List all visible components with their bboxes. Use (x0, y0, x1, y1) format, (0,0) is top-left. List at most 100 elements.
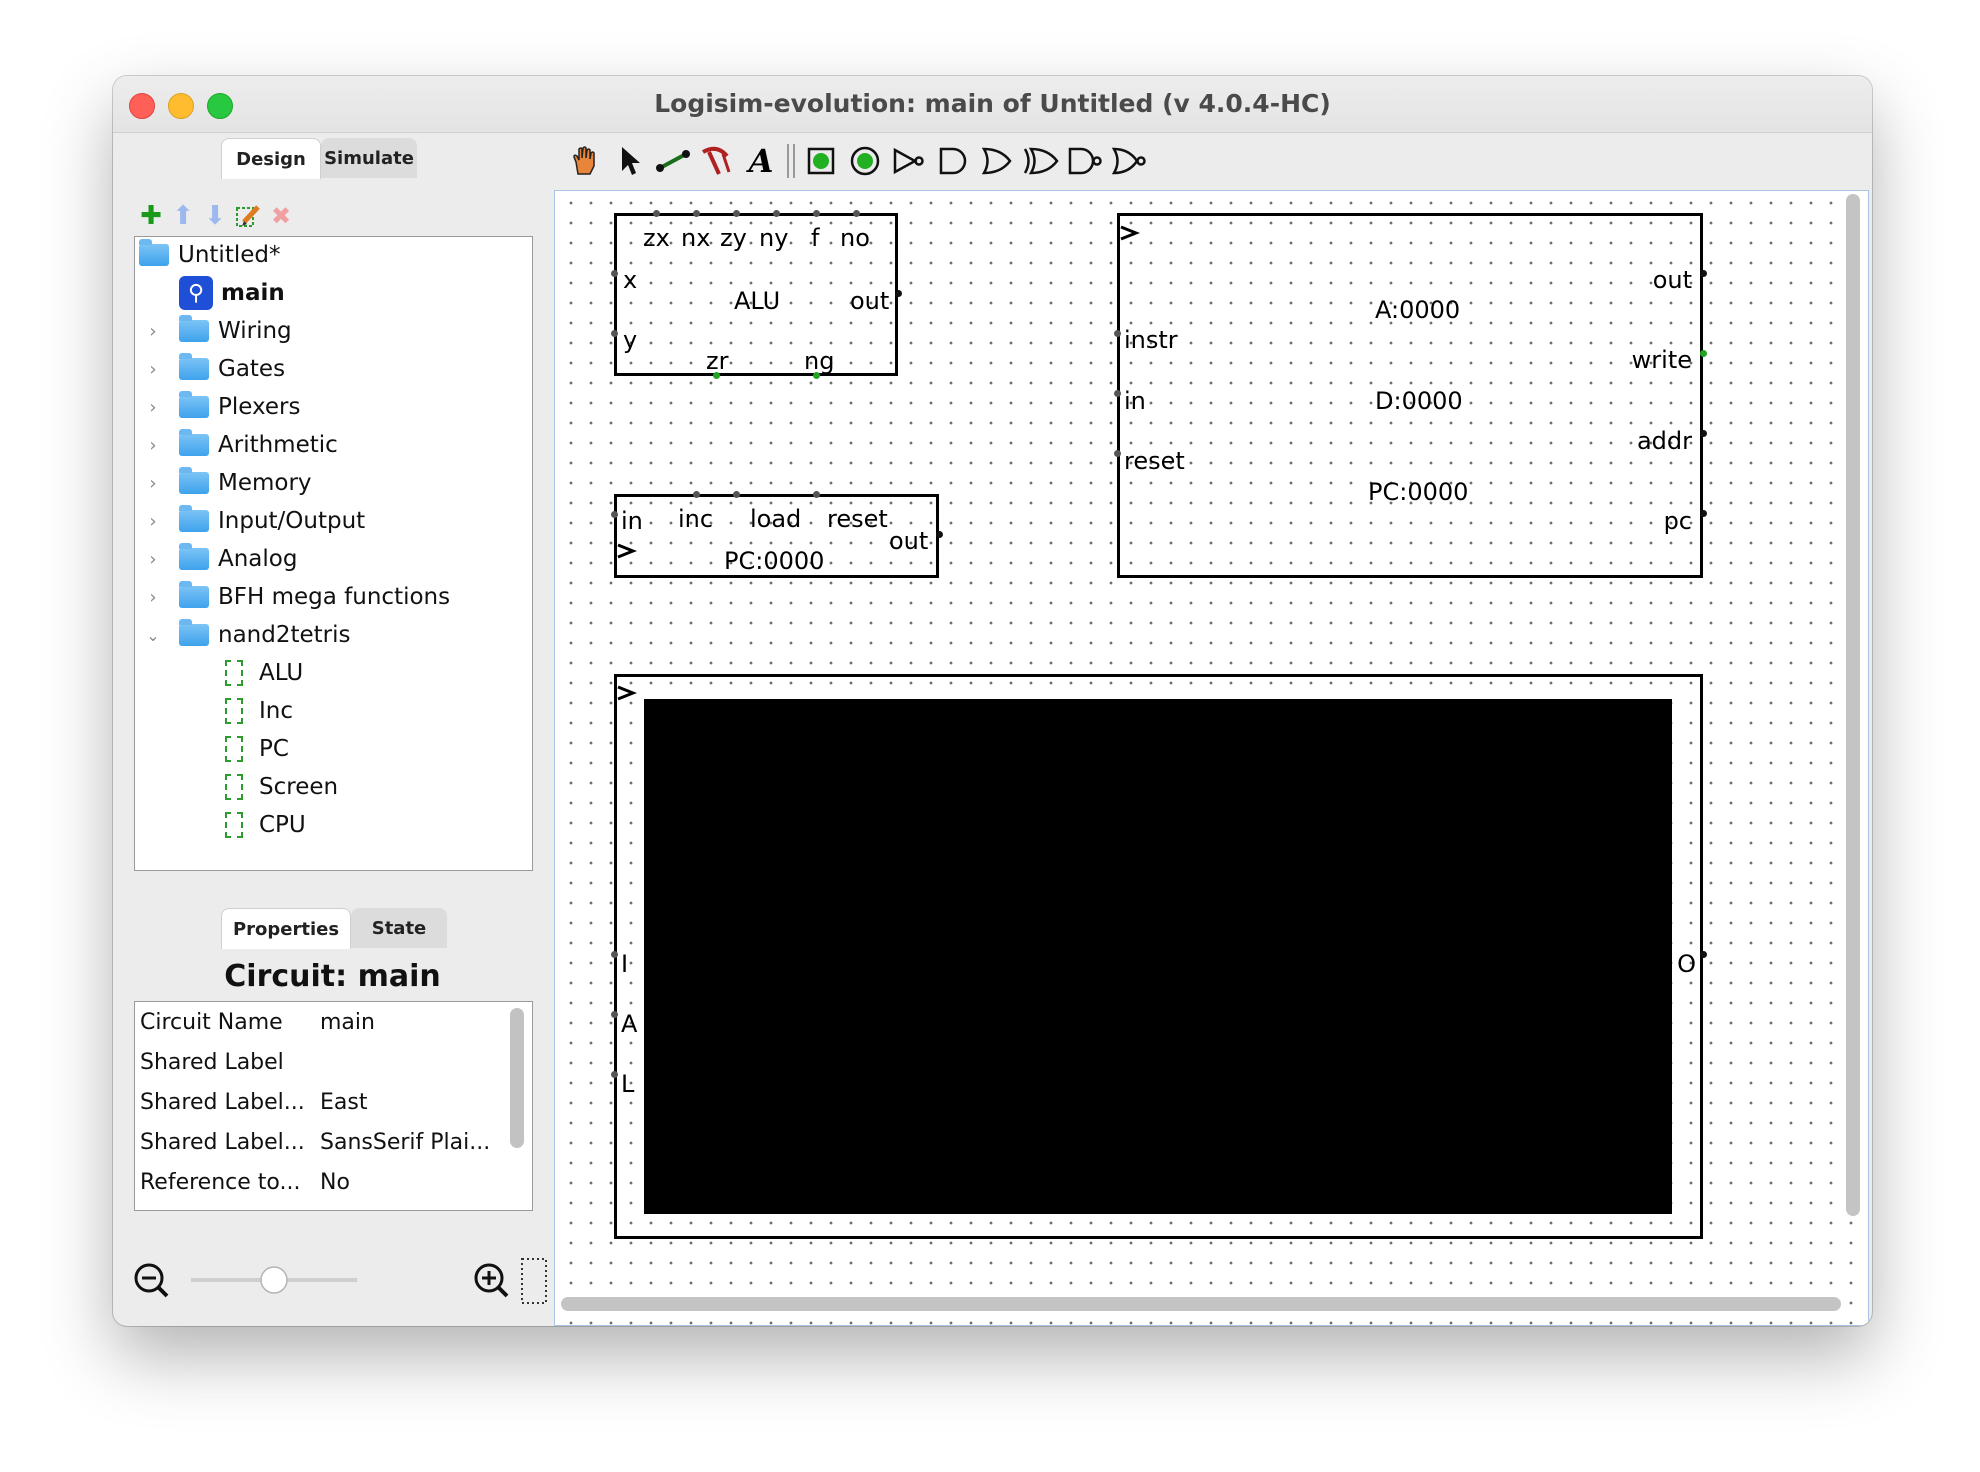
wiring-icon[interactable] (651, 136, 695, 186)
nor-gate-icon[interactable] (1107, 136, 1151, 186)
prop-row[interactable]: Circuit Name main (135, 1002, 495, 1042)
cpu-component[interactable]: instr in reset out write addr pc A:0000 … (1117, 213, 1703, 578)
prop-row[interactable]: Reference to... No (135, 1162, 495, 1202)
cpu-pin-out[interactable] (1700, 270, 1707, 277)
chevron-right-icon[interactable]: › (143, 549, 163, 570)
tree-main-circuit[interactable]: ⚲ main (179, 275, 285, 311)
tab-properties[interactable]: Properties (221, 908, 351, 949)
alu-pin-ng[interactable] (813, 372, 820, 379)
output-pin-icon[interactable] (843, 136, 887, 186)
screen-input-i: I (621, 950, 629, 978)
alu-pin-f[interactable] (813, 210, 820, 217)
or-gate-icon[interactable] (975, 136, 1019, 186)
alu-pin-nx[interactable] (693, 210, 700, 217)
canvas-vertical-scrollbar[interactable] (1846, 194, 1860, 1216)
cpu-pin-pc[interactable] (1700, 510, 1707, 517)
add-circuit-icon[interactable]: ✚ (133, 198, 169, 234)
tab-state[interactable]: State (351, 908, 447, 948)
alu-pin-x[interactable] (611, 270, 618, 277)
move-up-icon[interactable]: ⬆ (165, 198, 201, 234)
circuit-canvas[interactable]: zx nx zy ny f no x y ALU out zr ng in in… (554, 190, 1869, 1326)
chevron-right-icon[interactable]: › (143, 473, 163, 494)
pc-pin-reset[interactable] (813, 491, 820, 498)
tree-project[interactable]: Untitled* (139, 237, 280, 273)
pc-component[interactable]: in inc load reset out PC:0000 (614, 494, 939, 578)
prop-value[interactable]: SansSerif Plai... (320, 1130, 495, 1155)
tab-simulate[interactable]: Simulate (321, 138, 417, 178)
chevron-right-icon[interactable]: › (143, 511, 163, 532)
prop-row[interactable]: Shared Label... East (135, 1082, 495, 1122)
alu-pin-zx[interactable] (653, 210, 660, 217)
prop-value[interactable]: East (320, 1090, 495, 1115)
alu-pin-no[interactable] (853, 210, 860, 217)
folder-icon (139, 239, 169, 266)
prop-row[interactable]: Shared Label (135, 1042, 495, 1082)
tree-lib-plexers[interactable]: › Plexers (143, 389, 301, 425)
tree-lib-bfh[interactable]: › BFH mega functions (143, 579, 450, 615)
alu-pin-zy[interactable] (733, 210, 740, 217)
pc-pin-inc[interactable] (693, 491, 700, 498)
chevron-right-icon[interactable]: › (143, 435, 163, 456)
screen-component[interactable]: I A L O (614, 674, 1703, 1239)
tree-item-pc[interactable]: PC (225, 731, 289, 767)
prop-value[interactable]: main (320, 1010, 495, 1035)
cpu-pin-in[interactable] (1114, 390, 1121, 397)
xor-gate-icon[interactable] (1019, 136, 1063, 186)
canvas-horizontal-scrollbar[interactable] (561, 1297, 1841, 1311)
tree-item-alu[interactable]: ALU (225, 655, 303, 691)
tree-lib-memory[interactable]: › Memory (143, 465, 312, 501)
cpu-pin-instr[interactable] (1114, 330, 1121, 337)
alu-pin-y[interactable] (611, 330, 618, 337)
tree-lib-nand2tetris[interactable]: ⌄ nand2tetris (143, 617, 351, 653)
tree-lib-gates[interactable]: › Gates (143, 351, 285, 387)
tab-design[interactable]: Design (221, 138, 321, 179)
screen-pin-i[interactable] (611, 951, 618, 958)
edit-appearance-icon[interactable] (230, 198, 266, 234)
prop-key: Shared Label... (140, 1129, 305, 1155)
pc-pin-out[interactable] (936, 531, 943, 538)
pc-pin-load[interactable] (733, 491, 740, 498)
screen-pin-o[interactable] (1700, 951, 1707, 958)
prop-row[interactable]: Shared Label... SansSerif Plai... (135, 1122, 495, 1162)
pc-pin-in[interactable] (611, 511, 618, 518)
chevron-down-icon[interactable]: ⌄ (143, 626, 163, 645)
folder-icon (179, 429, 209, 456)
select-arrow-icon[interactable] (607, 136, 651, 186)
tree-item-cpu[interactable]: CPU (225, 807, 306, 843)
tree-lib-wiring[interactable]: › Wiring (143, 313, 292, 349)
zoom-in-icon[interactable] (474, 1263, 509, 1298)
cpu-pin-reset[interactable] (1114, 450, 1121, 457)
text-edit-icon[interactable] (695, 136, 739, 186)
prop-value[interactable]: No (320, 1170, 495, 1195)
tree-item-inc[interactable]: Inc (225, 693, 293, 729)
move-down-icon[interactable]: ⬇ (197, 198, 233, 234)
alu-pin-out[interactable] (895, 290, 902, 297)
text-tool-icon[interactable]: A (739, 136, 783, 186)
alu-pin-ny[interactable] (773, 210, 780, 217)
tree-lib-analog[interactable]: › Analog (143, 541, 297, 577)
cpu-pin-write[interactable] (1700, 350, 1707, 357)
properties-scrollbar[interactable] (510, 1008, 524, 1148)
tree-item-screen[interactable]: Screen (225, 769, 338, 805)
chevron-right-icon[interactable]: › (143, 397, 163, 418)
zoom-slider-thumb[interactable] (260, 1266, 288, 1294)
not-gate-icon[interactable] (887, 136, 931, 186)
tree-lib-input-output[interactable]: › Input/Output (143, 503, 365, 539)
cpu-pin-addr[interactable] (1700, 430, 1707, 437)
screen-pin-a[interactable] (611, 1011, 618, 1018)
chevron-right-icon[interactable]: › (143, 359, 163, 380)
screen-pin-l[interactable] (611, 1071, 618, 1078)
clock-input-icon (1120, 225, 1140, 241)
zoom-out-icon[interactable] (134, 1263, 169, 1298)
delete-icon[interactable]: ✖ (263, 198, 299, 234)
alu-component[interactable]: zx nx zy ny f no x y ALU out zr ng (614, 213, 898, 376)
nand-gate-icon[interactable] (1063, 136, 1107, 186)
and-gate-icon[interactable] (931, 136, 975, 186)
chevron-right-icon[interactable]: › (143, 587, 163, 608)
alu-pin-zr[interactable] (713, 372, 720, 379)
input-pin-icon[interactable] (799, 136, 843, 186)
tree-lib-arithmetic[interactable]: › Arithmetic (143, 427, 338, 463)
hand-poke-icon[interactable] (563, 136, 607, 186)
chevron-right-icon[interactable]: › (143, 321, 163, 342)
grid-toggle-icon[interactable] (521, 1258, 547, 1304)
